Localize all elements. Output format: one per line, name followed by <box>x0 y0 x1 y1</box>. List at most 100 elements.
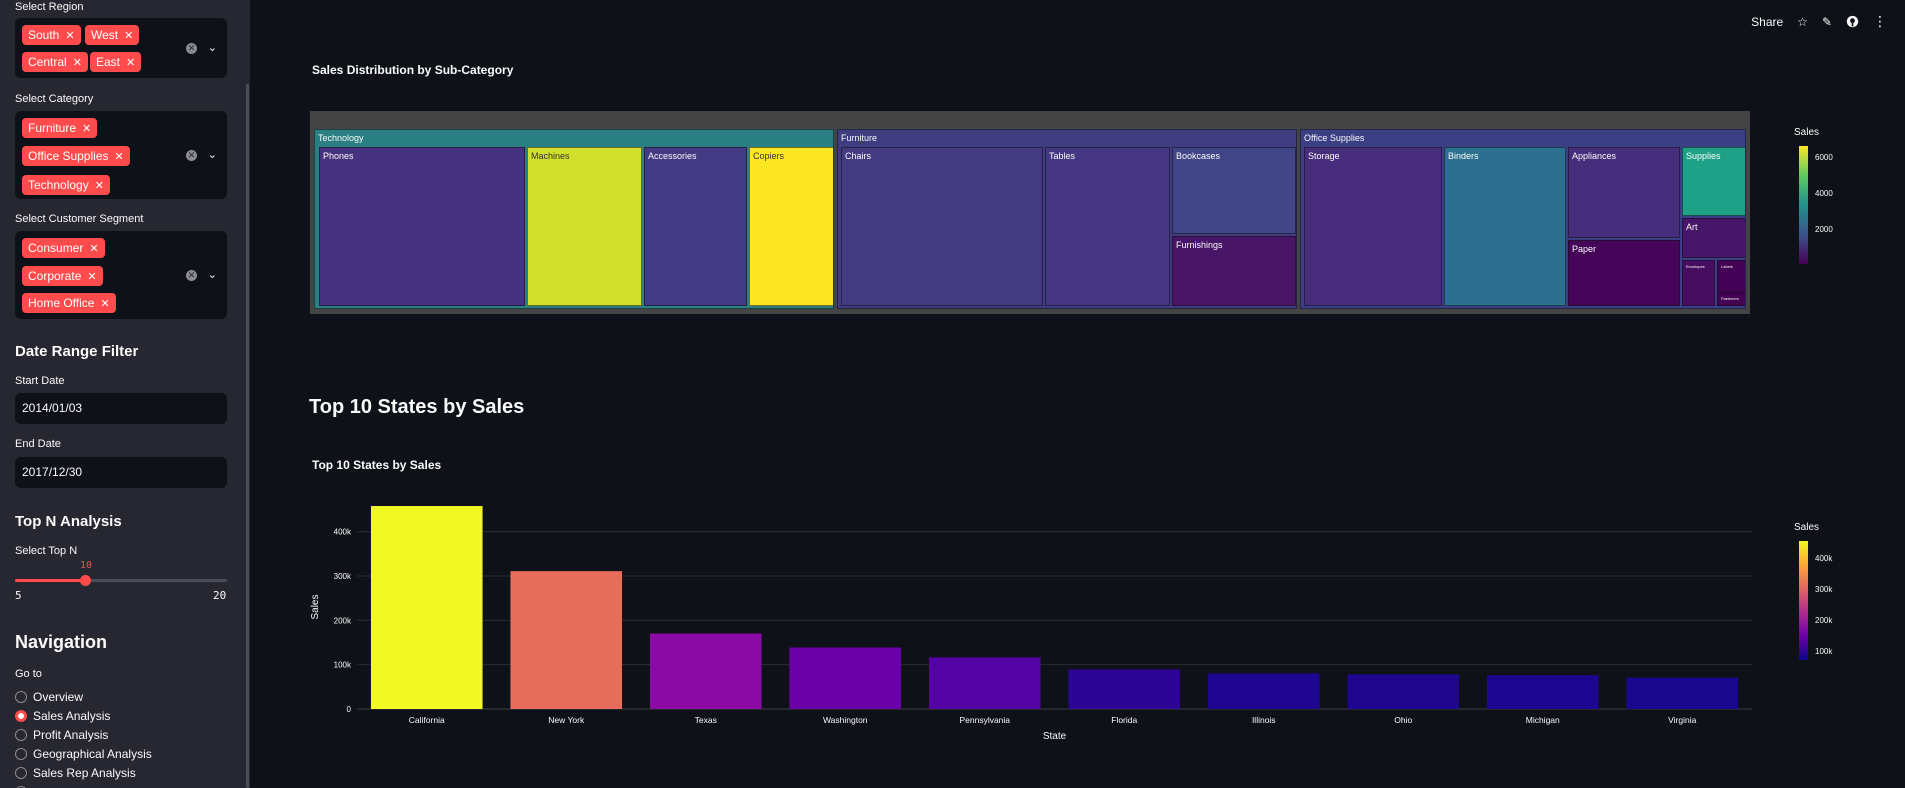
segment-tag[interactable]: Home Office ✕ <box>22 293 116 313</box>
section-heading: Top 10 States by Sales <box>309 396 525 418</box>
bar[interactable] <box>1347 674 1460 709</box>
treemap-tile-art[interactable]: Art <box>1682 218 1745 258</box>
treemap-tile-label: Copiers <box>753 151 785 161</box>
treemap-title: Sales Distribution by Sub-Category <box>312 63 514 77</box>
remove-icon: ✕ <box>72 57 82 69</box>
segment-multiselect[interactable]: Consumer ✕ Corporate ✕ Home Office ✕ ✕ ⌄ <box>15 231 227 319</box>
slider-handle[interactable] <box>80 575 91 586</box>
treemap-tile-storage[interactable]: Storage <box>1304 147 1442 306</box>
treemap-tile-tables[interactable]: Tables <box>1045 147 1170 306</box>
chevron-down-icon[interactable]: ⌄ <box>208 268 217 281</box>
category-label: Select Category <box>15 93 94 105</box>
bar-chart[interactable]: 0 100k 200k 300k 400k California New York Texas… <box>300 490 1760 750</box>
bar[interactable] <box>1486 675 1599 709</box>
toolbar: Share ☆ ✎ ⋮ <box>1751 13 1887 30</box>
treemap-group-office-supplies[interactable]: Office Supplies Storage Binders Appliances S… <box>1300 129 1746 309</box>
treemap-tile-paper[interactable]: Paper <box>1568 240 1680 306</box>
bar[interactable] <box>510 571 623 709</box>
treemap-tile-label: Tables <box>1049 151 1076 161</box>
y-tick-label: 100k <box>334 661 352 670</box>
end-date-label: End Date <box>15 438 61 450</box>
treemap-tile-supplies[interactable]: Supplies <box>1682 147 1745 216</box>
treemap-tile-fasteners[interactable]: Fasteners <box>1717 292 1745 306</box>
bar[interactable] <box>1068 669 1181 709</box>
sidebar-scrollbar[interactable] <box>246 84 249 788</box>
treemap[interactable]: Technology Phones Machines Accessories Copie… <box>310 111 1750 314</box>
nav-option-geographical-analysis[interactable]: Geographical Analysis <box>15 746 152 762</box>
goto-label: Go to <box>15 668 42 680</box>
region-tag[interactable]: West ✕ <box>85 25 140 45</box>
treemap-group-label: Furniture <box>841 133 878 143</box>
treemap-tile-chairs[interactable]: Chairs <box>841 147 1043 306</box>
treemap-tile-appliances[interactable]: Appliances <box>1568 147 1680 238</box>
bar[interactable] <box>928 657 1041 709</box>
segment-tag[interactable]: Corporate ✕ <box>22 266 103 286</box>
nav-option-overview[interactable]: Overview <box>15 689 83 705</box>
treemap-tile-machines[interactable]: Machines <box>527 147 642 306</box>
chevron-down-icon[interactable]: ⌄ <box>208 41 217 54</box>
segment-label: Select Customer Segment <box>15 213 144 225</box>
bar[interactable] <box>370 506 483 709</box>
region-tag[interactable]: Central ✕ <box>22 52 88 72</box>
y-tick-label: 0 <box>347 705 352 714</box>
sidebar: Select Region South ✕ West ✕ Central ✕ East… <box>0 0 250 788</box>
star-icon[interactable]: ☆ <box>1797 15 1808 29</box>
remove-icon: ✕ <box>82 123 92 135</box>
treemap-group-label: Technology <box>318 133 364 143</box>
nav-option-more[interactable] <box>15 784 33 788</box>
nav-option-sales-rep-analysis[interactable]: Sales Rep Analysis <box>15 765 136 781</box>
remove-icon: ✕ <box>124 30 134 42</box>
top-n-label: Select Top N <box>15 545 78 557</box>
bar[interactable] <box>1626 677 1739 709</box>
end-date-input[interactable]: 2017/12/30 <box>15 457 227 488</box>
clear-icon[interactable]: ✕ <box>186 270 197 281</box>
treemap-colorbar-tick: 4000 <box>1815 189 1833 198</box>
nav-option-profit-analysis[interactable]: Profit Analysis <box>15 727 108 743</box>
radio-icon <box>15 728 27 741</box>
category-multiselect[interactable]: Furniture ✕ Office Supplies ✕ Technology ✕ … <box>15 111 227 199</box>
treemap-tile-furnishings[interactable]: Furnishings <box>1172 236 1296 306</box>
clear-icon[interactable]: ✕ <box>186 43 197 54</box>
share-button[interactable]: Share <box>1751 15 1783 29</box>
bar[interactable] <box>1207 673 1320 709</box>
slider-value: 10 <box>80 560 93 571</box>
remove-icon: ✕ <box>114 151 124 163</box>
category-tag[interactable]: Technology ✕ <box>22 175 110 195</box>
radio-icon <box>15 690 27 703</box>
chevron-down-icon[interactable]: ⌄ <box>208 148 217 161</box>
github-icon[interactable] <box>1846 15 1859 28</box>
bar[interactable] <box>649 633 762 709</box>
x-tick-label: Texas <box>695 715 717 725</box>
treemap-tile-envelopes[interactable]: Envelopes <box>1682 260 1715 306</box>
clear-icon[interactable]: ✕ <box>186 150 197 161</box>
treemap-tile-label: Storage <box>1308 151 1340 161</box>
start-date-input[interactable]: 2014/01/03 <box>15 393 227 424</box>
pencil-icon[interactable]: ✎ <box>1822 15 1832 29</box>
treemap-group-furniture[interactable]: Furniture Chairs Tables Bookcases Furnishing… <box>837 129 1297 309</box>
remove-icon: ✕ <box>65 30 75 42</box>
more-vertical-icon[interactable]: ⋮ <box>1873 13 1887 30</box>
region-tag[interactable]: East ✕ <box>90 52 142 72</box>
treemap-tile-accessories[interactable]: Accessories <box>644 147 747 306</box>
radio-icon <box>15 766 27 779</box>
category-tag[interactable]: Furniture ✕ <box>22 118 98 138</box>
treemap-tile-label: Envelopes <box>1686 264 1705 269</box>
x-tick-label: California <box>409 715 445 725</box>
region-multiselect[interactable]: South ✕ West ✕ Central ✕ East ✕ ✕ ⌄ <box>15 18 227 78</box>
treemap-tile-bookcases[interactable]: Bookcases <box>1172 147 1296 234</box>
slider-track[interactable] <box>15 575 227 586</box>
segment-tag[interactable]: Consumer ✕ <box>22 238 105 258</box>
nav-option-sales-analysis[interactable]: Sales Analysis <box>15 708 110 724</box>
treemap-tile-copiers[interactable]: Copiers <box>749 147 833 306</box>
treemap-tile-binders[interactable]: Binders <box>1444 147 1566 306</box>
treemap-colorbar-title: Sales <box>1794 127 1820 138</box>
treemap-tile-label: Bookcases <box>1176 151 1221 161</box>
remove-icon: ✕ <box>89 243 99 255</box>
bar[interactable] <box>789 647 902 709</box>
treemap-tile-phones[interactable]: Phones <box>319 147 525 306</box>
treemap-group-technology[interactable]: Technology Phones Machines Accessories Copie… <box>314 129 834 309</box>
region-tag[interactable]: South ✕ <box>22 25 81 45</box>
treemap-tile-label: Paper <box>1572 244 1597 254</box>
x-tick-label: New York <box>548 715 585 725</box>
category-tag[interactable]: Office Supplies ✕ <box>22 146 130 166</box>
